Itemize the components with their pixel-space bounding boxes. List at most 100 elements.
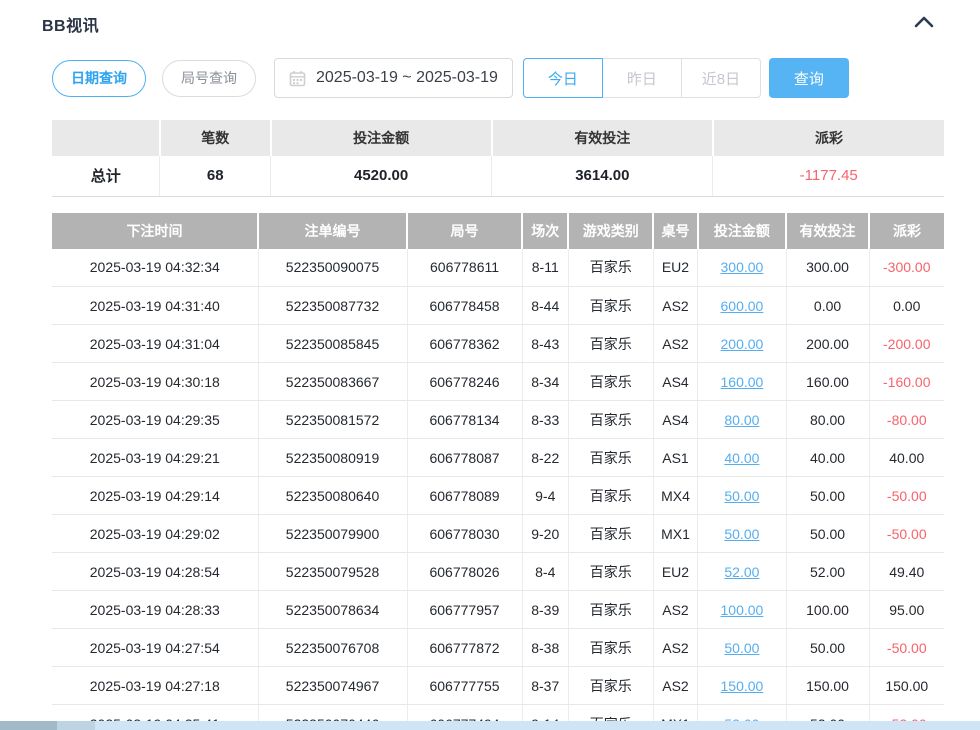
bet-time-cell: 2025-03-19 04:29:35 (52, 401, 258, 439)
table-row: 2025-03-19 04:29:14 522350080640 6067780… (52, 477, 944, 515)
table-row: 2025-03-19 04:27:54 522350076708 6067778… (52, 629, 944, 667)
bet-amount-cell: 100.00 (698, 591, 786, 629)
payout-cell: -300.00 (869, 249, 944, 287)
bet-time-cell: 2025-03-19 04:29:02 (52, 515, 258, 553)
panel-header: BB视讯 (0, 0, 980, 36)
table-no-cell: MX4 (653, 477, 698, 515)
order-no-cell: 522350085845 (258, 325, 407, 363)
table-no-cell: AS2 (653, 667, 698, 705)
scrollbar-thumb-edge (57, 721, 95, 730)
payout-cell: -50.00 (869, 515, 944, 553)
last8days-button[interactable]: 近8日 (681, 58, 761, 98)
game-type-cell: 百家乐 (568, 591, 653, 629)
order-no-cell: 522350078634 (258, 591, 407, 629)
payout-cell: 40.00 (869, 439, 944, 477)
bet-amount-link[interactable]: 52.00 (724, 564, 759, 580)
valid-bet-cell: 0.00 (786, 287, 869, 325)
table-row: 2025-03-19 04:27:18 522350074967 6067777… (52, 667, 944, 705)
session-cell: 8-39 (522, 591, 568, 629)
bet-amount-cell: 50.00 (698, 629, 786, 667)
session-cell: 8-38 (522, 629, 568, 667)
table-row: 2025-03-19 04:28:54 522350079528 6067780… (52, 553, 944, 591)
bet-amount-link[interactable]: 50.00 (724, 640, 759, 656)
date-range-picker[interactable]: 2025-03-19 ~ 2025-03-19 (274, 58, 513, 98)
summary-valid-bet-value: 3614.00 (492, 156, 713, 196)
round-no-cell: 606777755 (407, 667, 522, 705)
order-no-cell: 522350090075 (258, 249, 407, 287)
valid-bet-cell: 40.00 (786, 439, 869, 477)
bet-time-cell: 2025-03-19 04:32:34 (52, 249, 258, 287)
bet-amount-link[interactable]: 300.00 (721, 259, 764, 275)
bet-amount-cell: 52.00 (698, 553, 786, 591)
summary-header-row: 笔数 投注金额 有效投注 派彩 (52, 120, 944, 156)
bet-amount-link[interactable]: 200.00 (721, 336, 764, 352)
bet-amount-cell: 80.00 (698, 401, 786, 439)
bet-amount-link[interactable]: 50.00 (724, 526, 759, 542)
horizontal-scrollbar[interactable] (0, 721, 980, 730)
yesterday-label: 昨日 (627, 68, 657, 89)
round-no-cell: 606778611 (407, 249, 522, 287)
detail-table: 下注时间 注单编号 局号 场次 游戏类别 桌号 投注金额 有效投注 派彩 202… (52, 213, 944, 730)
table-no-cell: AS1 (653, 439, 698, 477)
payout-cell: -50.00 (869, 477, 944, 515)
order-no-cell: 522350076708 (258, 629, 407, 667)
session-cell: 8-37 (522, 667, 568, 705)
session-cell: 8-33 (522, 401, 568, 439)
table-no-cell: EU2 (653, 249, 698, 287)
detail-header-session: 场次 (522, 213, 568, 249)
round-no-cell: 606778026 (407, 553, 522, 591)
date-query-tab[interactable]: 日期查询 (52, 60, 146, 97)
valid-bet-cell: 80.00 (786, 401, 869, 439)
bet-amount-cell: 600.00 (698, 287, 786, 325)
table-no-cell: AS2 (653, 287, 698, 325)
bet-amount-cell: 150.00 (698, 667, 786, 705)
game-type-cell: 百家乐 (568, 439, 653, 477)
game-type-cell: 百家乐 (568, 363, 653, 401)
bet-amount-link[interactable]: 100.00 (721, 602, 764, 618)
payout-cell: -1177.45 (713, 156, 944, 196)
collapse-panel-button[interactable] (910, 13, 938, 35)
bet-amount-link[interactable]: 600.00 (721, 298, 764, 314)
round-query-tab[interactable]: 局号查询 (162, 60, 256, 97)
game-type-cell: 百家乐 (568, 553, 653, 591)
bet-amount-cell: 50.00 (698, 477, 786, 515)
valid-bet-cell: 100.00 (786, 591, 869, 629)
bet-amount-cell: 40.00 (698, 439, 786, 477)
table-row: 2025-03-19 04:30:18 522350083667 6067782… (52, 363, 944, 401)
bet-time-cell: 2025-03-19 04:29:21 (52, 439, 258, 477)
session-cell: 9-4 (522, 477, 568, 515)
search-button[interactable]: 查询 (769, 58, 849, 98)
bet-time-cell: 2025-03-19 04:30:18 (52, 363, 258, 401)
scrollbar-thumb[interactable] (0, 721, 57, 730)
round-no-cell: 606778089 (407, 477, 522, 515)
bet-time-cell: 2025-03-19 04:27:54 (52, 629, 258, 667)
bet-amount-link[interactable]: 80.00 (724, 412, 759, 428)
payout-cell: 150.00 (869, 667, 944, 705)
page-title: BB视讯 (42, 12, 99, 36)
payout-cell: -200.00 (869, 325, 944, 363)
bet-amount-cell: 160.00 (698, 363, 786, 401)
valid-bet-cell: 160.00 (786, 363, 869, 401)
round-query-label: 局号查询 (181, 68, 237, 88)
yesterday-button[interactable]: 昨日 (602, 58, 682, 98)
detail-header-bet-amount: 投注金额 (698, 213, 786, 249)
valid-bet-cell: 300.00 (786, 249, 869, 287)
bet-amount-link[interactable]: 50.00 (724, 488, 759, 504)
summary-header-valid-bet: 有效投注 (492, 120, 713, 156)
table-no-cell: AS2 (653, 629, 698, 667)
detail-header-table-no: 桌号 (653, 213, 698, 249)
bet-amount-link[interactable]: 40.00 (724, 450, 759, 466)
order-no-cell: 522350074967 (258, 667, 407, 705)
payout-cell: 95.00 (869, 591, 944, 629)
detail-header-payout: 派彩 (869, 213, 944, 249)
bet-amount-link[interactable]: 150.00 (721, 678, 764, 694)
bet-amount-link[interactable]: 160.00 (721, 374, 764, 390)
summary-header-bet-amount: 投注金额 (271, 120, 492, 156)
detail-header-time: 下注时间 (52, 213, 258, 249)
bet-time-cell: 2025-03-19 04:28:54 (52, 553, 258, 591)
table-row: 2025-03-19 04:29:21 522350080919 6067780… (52, 439, 944, 477)
summary-header-blank (52, 120, 160, 156)
today-button[interactable]: 今日 (523, 58, 603, 98)
table-row: 2025-03-19 04:32:34 522350090075 6067786… (52, 249, 944, 287)
bet-time-cell: 2025-03-19 04:27:18 (52, 667, 258, 705)
